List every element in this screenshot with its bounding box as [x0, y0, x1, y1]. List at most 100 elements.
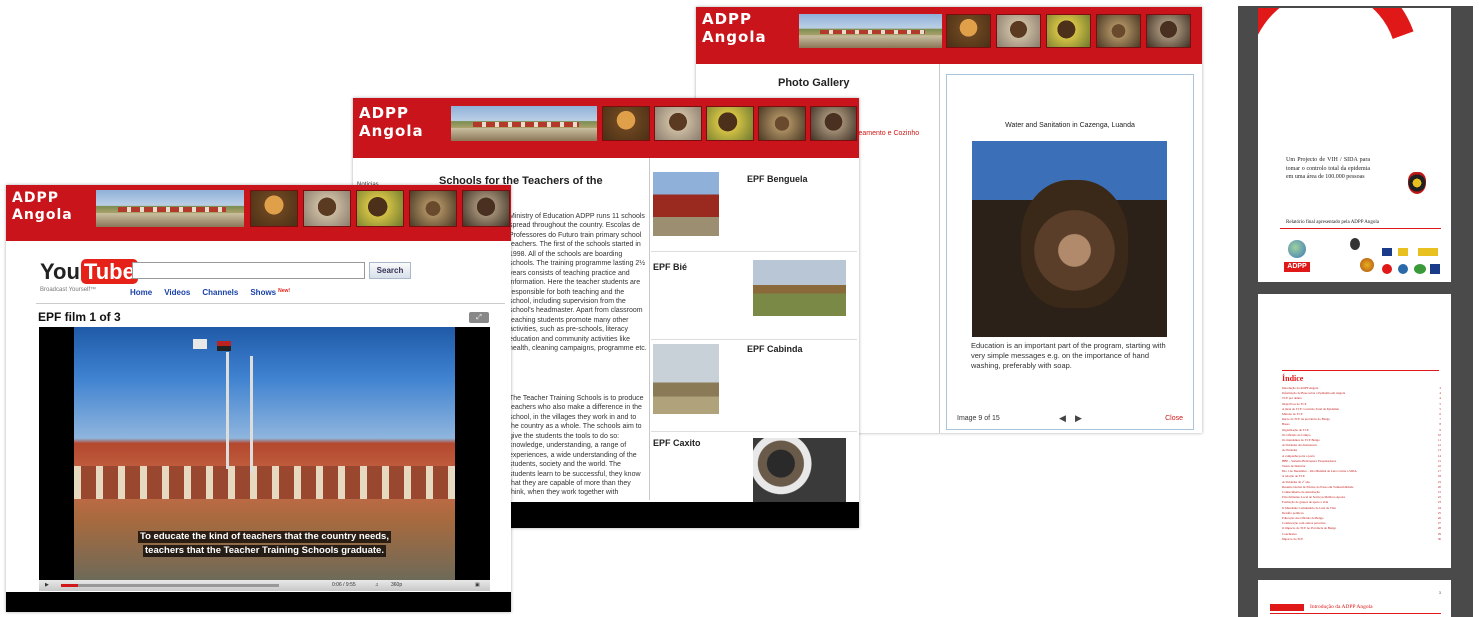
index-entry-title: Impacto do TCE: [1282, 536, 1304, 541]
header-panorama-photo: [96, 190, 244, 227]
school-photo: [653, 172, 719, 236]
prev-arrow-icon[interactable]: ◀: [1059, 413, 1066, 424]
globe-logo-icon: [1288, 240, 1306, 258]
partner-logo-icon: [1398, 248, 1408, 256]
header-photo-1: [946, 14, 991, 48]
youtube-tagline: Broadcast Yourself™: [40, 287, 97, 293]
expand-icon[interactable]: ⤢: [469, 312, 489, 323]
header-photo-3: [356, 190, 404, 227]
nav-home[interactable]: Home: [130, 288, 152, 297]
nav-shows[interactable]: Shows: [250, 288, 276, 297]
header-photo-1: [250, 190, 298, 227]
brand-line2: Angola: [12, 207, 73, 223]
header-photo-3: [1046, 14, 1091, 48]
index-heading: Índice: [1282, 374, 1304, 383]
youtube-logo[interactable]: You Tube: [40, 259, 138, 285]
schools-body-text: Ministry of Education ADPP runs 11 schoo…: [509, 213, 647, 353]
partner-logo-icon: [1414, 264, 1426, 274]
header-photo-2: [654, 106, 702, 141]
partner-logo-icon: [1418, 248, 1438, 256]
partner-logo-icon: [1350, 238, 1360, 250]
nav-channels[interactable]: Channels: [202, 288, 238, 297]
cover-report-line: Relatório final apresentado pela ADPP An…: [1286, 220, 1379, 225]
next-arrow-icon[interactable]: ▶: [1075, 413, 1082, 424]
index-entry[interactable]: Impacto do TCE 30: [1282, 537, 1441, 542]
window-bottom-bar: [6, 592, 511, 612]
header-panorama-photo: [799, 14, 942, 48]
brand-line1: ADPP: [359, 104, 410, 122]
cover-subtitle: Bengo: [1272, 126, 1323, 142]
site-header: ADPP Angola: [353, 98, 859, 158]
time-display: 0:06 / 9:55: [332, 582, 356, 588]
school-name: EPF Bié: [653, 262, 688, 272]
page3-red-block: [1270, 604, 1304, 611]
school-item[interactable]: EPF Benguela: [651, 164, 857, 252]
close-link[interactable]: Close: [1165, 415, 1183, 422]
quality-label[interactable]: 360p: [391, 582, 402, 588]
lightbox-body-text: Education is an important part of the pr…: [971, 341, 1166, 371]
video-flag-right: [217, 341, 231, 351]
partner-logo-icon: [1382, 264, 1392, 274]
header-photo-3: [706, 106, 754, 141]
school-photo: [753, 438, 846, 502]
school-name: EPF Caxito: [653, 438, 701, 448]
search-button[interactable]: Search: [369, 262, 411, 279]
page3-rule: [1270, 613, 1441, 614]
page3-heading: Introdução da ADPP Angola: [1310, 604, 1373, 610]
header-photo-4: [1096, 14, 1141, 48]
volume-icon[interactable]: ♫: [375, 582, 379, 588]
video-flag-left: [193, 339, 207, 349]
site-header: ADPP Angola: [6, 185, 511, 241]
site-header: ADPP Angola: [696, 7, 1202, 64]
site-logo[interactable]: ADPP Angola: [702, 12, 767, 45]
logo-tube: Tube: [80, 259, 138, 284]
school-photo: [753, 260, 846, 316]
school-photo: [653, 344, 719, 414]
header-photo-4: [409, 190, 457, 227]
nav-videos[interactable]: Videos: [164, 288, 190, 297]
school-item[interactable]: EPF Caxito: [651, 434, 857, 502]
youtube-window: ADPP Angola You Tube Broadcast Yourself™ …: [6, 185, 511, 612]
pdf-report-viewer[interactable]: TCE Bengo Um Projecto de VIH / SIDA para…: [1238, 6, 1473, 617]
school-name: EPF Benguela: [747, 174, 808, 184]
search-input[interactable]: [132, 262, 365, 279]
school-item[interactable]: EPF Cabinda: [651, 342, 857, 432]
angola-emblem-icon: [1408, 172, 1426, 194]
site-logo[interactable]: ADPP Angola: [12, 191, 73, 222]
header-photo-2: [303, 190, 351, 227]
logo-you: You: [40, 259, 80, 284]
school-name: EPF Cabinda: [747, 344, 803, 354]
lightbox-photo-hand-washing: [972, 141, 1167, 337]
lightbox-panel: Water and Sanitation in Cazenga, Luanda …: [946, 74, 1194, 430]
play-icon[interactable]: ▶: [45, 582, 49, 588]
report-page-3: 3 Introdução da ADPP Angola: [1258, 580, 1451, 617]
index-entry-page: 30: [1437, 536, 1441, 541]
subtitle-line-2: teachers that the Teacher Training Schoo…: [143, 544, 386, 557]
partner-logo-icon: [1360, 258, 1374, 272]
header-panorama-photo: [451, 106, 597, 141]
site-logo[interactable]: ADPP Angola: [359, 106, 424, 139]
index-list: Introdução da ADPP Angola 3 Informação de …: [1282, 386, 1441, 542]
header-photo-5: [1146, 14, 1191, 48]
school-item[interactable]: EPF Bié: [651, 254, 857, 340]
header-photo-5: [810, 106, 857, 141]
brand-line1: ADPP: [702, 10, 753, 28]
report-cover-page: TCE Bengo Um Projecto de VIH / SIDA para…: [1258, 8, 1451, 282]
page-number: 3: [1438, 590, 1441, 595]
fullscreen-icon[interactable]: ▣: [475, 582, 480, 588]
youtube-nav: Home Videos Channels Shows New!: [130, 288, 290, 297]
progress-bar[interactable]: [61, 584, 279, 587]
cover-tagline: Um Projecto de VIH / SIDA para tomar o c…: [1286, 157, 1370, 181]
schools-body-text-2: The Teacher Training Schools is to produ…: [509, 395, 644, 497]
partner-logo-icon: [1382, 248, 1392, 256]
header-photo-5: [462, 190, 510, 227]
video-subtitles: To educate the kind of teachers that the…: [39, 529, 490, 557]
gallery-title: Photo Gallery: [778, 77, 850, 89]
lightbox-caption-title: Water and Sanitation in Cazenga, Luanda: [1005, 122, 1135, 129]
subtitle-line-1: To educate the kind of teachers that the…: [138, 531, 391, 543]
video-player[interactable]: To educate the kind of teachers that the…: [39, 327, 490, 580]
column-divider: [649, 158, 650, 500]
youtube-header-divider: [36, 303, 505, 304]
report-index-page: Índice Introdução da ADPP Angola 3 Informa…: [1258, 294, 1451, 568]
header-photo-4: [758, 106, 806, 141]
